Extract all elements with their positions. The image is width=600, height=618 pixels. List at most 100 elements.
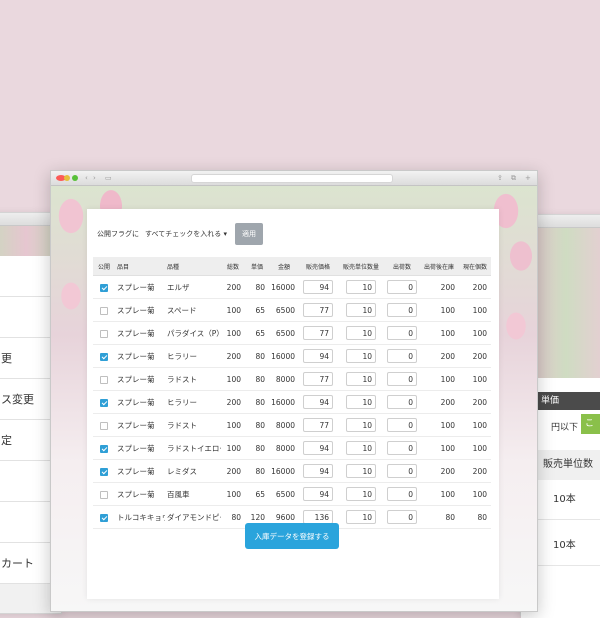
variety-cell: レミダス — [165, 459, 221, 483]
public-cell — [93, 436, 115, 460]
public-checkbox[interactable] — [100, 490, 108, 499]
shipped-input[interactable]: 0 — [387, 395, 417, 409]
unit-price-cell: 80 — [245, 390, 269, 414]
after-stock-cell: 200 — [419, 459, 459, 483]
tabs-icon[interactable]: ⧉ — [511, 174, 516, 182]
variety-cell: ラドスト — [165, 413, 221, 437]
green-button[interactable]: こ — [581, 414, 600, 434]
sale-price-cell: 77 — [299, 321, 337, 345]
table-row: スプレー菊 エルザ 200 80 16000 94 10 0 200 200 — [93, 275, 491, 299]
item-cell: スプレー菊 — [115, 482, 165, 506]
amount-cell: 6500 — [269, 482, 299, 506]
col-header-shipped: 出荷数 — [385, 257, 419, 276]
register-stock-button[interactable]: 入庫データを登録する — [245, 523, 339, 549]
sale-unit-input[interactable]: 10 — [346, 349, 376, 363]
shipped-input[interactable]: 0 — [387, 349, 417, 363]
shipped-input[interactable]: 0 — [387, 487, 417, 501]
sale-unit-cell: 10 — [337, 390, 385, 414]
sale-price-input[interactable]: 94 — [303, 487, 333, 501]
amount-cell: 6500 — [269, 321, 299, 345]
sale-unit-input[interactable]: 10 — [346, 464, 376, 478]
table-row: スプレー菊 ラドスト 100 80 8000 77 10 0 100 100 — [93, 413, 491, 437]
current-count-cell: 200 — [459, 459, 491, 483]
public-checkbox[interactable] — [100, 375, 108, 384]
sale-price-input[interactable]: 77 — [303, 303, 333, 317]
shipped-input[interactable]: 0 — [387, 372, 417, 386]
sale-unit-input[interactable]: 10 — [346, 372, 376, 386]
sale-price-input[interactable]: 94 — [303, 395, 333, 409]
public-checkbox[interactable] — [100, 421, 108, 430]
amount-cell: 16000 — [269, 275, 299, 299]
sale-price-cell: 94 — [299, 482, 337, 506]
public-checkbox[interactable] — [100, 329, 108, 338]
public-checkbox[interactable] — [100, 398, 108, 407]
sale-price-input[interactable]: 94 — [303, 464, 333, 478]
sale-unit-input[interactable]: 10 — [346, 487, 376, 501]
public-checkbox[interactable] — [100, 444, 108, 453]
public-checkbox[interactable] — [100, 306, 108, 315]
share-icon[interactable]: ⇪ — [497, 174, 503, 182]
shipped-input[interactable]: 0 — [387, 510, 417, 524]
public-cell — [93, 459, 115, 483]
sale-unit-input[interactable]: 10 — [346, 280, 376, 294]
sale-unit-cell: 10 — [337, 321, 385, 345]
sale-price-input[interactable]: 136 — [303, 510, 333, 524]
after-stock-cell: 200 — [419, 390, 459, 414]
shipped-input[interactable]: 0 — [387, 326, 417, 340]
sale-price-cell: 94 — [299, 275, 337, 299]
check-all-select[interactable]: すべてチェックを入れる ▾ — [145, 229, 227, 239]
shipped-input[interactable]: 0 — [387, 303, 417, 317]
current-count-cell: 100 — [459, 482, 491, 506]
variety-cell: パラダイス（P） — [165, 321, 221, 345]
sale-unit-input[interactable]: 10 — [346, 303, 376, 317]
unit-price-cell: 80 — [245, 344, 269, 368]
address-bar[interactable] — [191, 174, 393, 183]
sale-unit-input[interactable]: 10 — [346, 510, 376, 524]
sidebar-icon[interactable]: ▭ — [105, 174, 112, 182]
shipped-input[interactable]: 0 — [387, 280, 417, 294]
shipped-input[interactable]: 0 — [387, 418, 417, 432]
public-checkbox[interactable] — [100, 352, 108, 361]
public-checkbox[interactable] — [100, 283, 108, 292]
item-cell: スプレー菊 — [115, 459, 165, 483]
total-cell: 100 — [221, 482, 245, 506]
sale-price-cell: 94 — [299, 344, 337, 368]
sale-price-input[interactable]: 77 — [303, 372, 333, 386]
sale-price-input[interactable]: 77 — [303, 418, 333, 432]
current-count-cell: 100 — [459, 367, 491, 391]
apply-button[interactable]: 適用 — [234, 223, 263, 245]
shipped-input[interactable]: 0 — [387, 441, 417, 455]
shipped-cell: 0 — [385, 505, 419, 529]
minimize-window-icon[interactable] — [64, 175, 70, 181]
sale-price-cell: 77 — [299, 367, 337, 391]
sale-unit-input[interactable]: 10 — [346, 395, 376, 409]
sale-price-input[interactable]: 77 — [303, 326, 333, 340]
current-count-cell: 200 — [459, 275, 491, 299]
sale-price-input[interactable]: 94 — [303, 441, 333, 455]
after-stock-cell: 100 — [419, 298, 459, 322]
sale-unit-cell: 10 — [337, 482, 385, 506]
back-arrow-icon[interactable]: ‹ — [85, 174, 88, 182]
current-count-cell: 100 — [459, 321, 491, 345]
sale-unit-input[interactable]: 10 — [346, 441, 376, 455]
shipped-cell: 0 — [385, 390, 419, 414]
public-checkbox[interactable] — [100, 513, 108, 522]
maximize-window-icon[interactable] — [72, 175, 78, 181]
variety-cell: エルザ — [165, 275, 221, 299]
sale-price-input[interactable]: 94 — [303, 349, 333, 363]
sale-unit-input[interactable]: 10 — [346, 326, 376, 340]
shipped-input[interactable]: 0 — [387, 464, 417, 478]
forward-arrow-icon[interactable]: › — [93, 174, 96, 182]
sale-price-input[interactable]: 94 — [303, 280, 333, 294]
after-stock-cell: 100 — [419, 482, 459, 506]
plus-icon[interactable]: + — [525, 174, 531, 182]
shipped-cell: 0 — [385, 298, 419, 322]
variety-cell: スペード — [165, 298, 221, 322]
unit-price-cell: 65 — [245, 298, 269, 322]
sale-unit-input[interactable]: 10 — [346, 418, 376, 432]
current-count-cell: 200 — [459, 390, 491, 414]
total-cell: 80 — [221, 505, 245, 529]
col-header-sale-unit: 販売単位数量 — [337, 257, 385, 276]
public-checkbox[interactable] — [100, 467, 108, 476]
public-flag-label: 公開フラグに — [97, 230, 139, 238]
